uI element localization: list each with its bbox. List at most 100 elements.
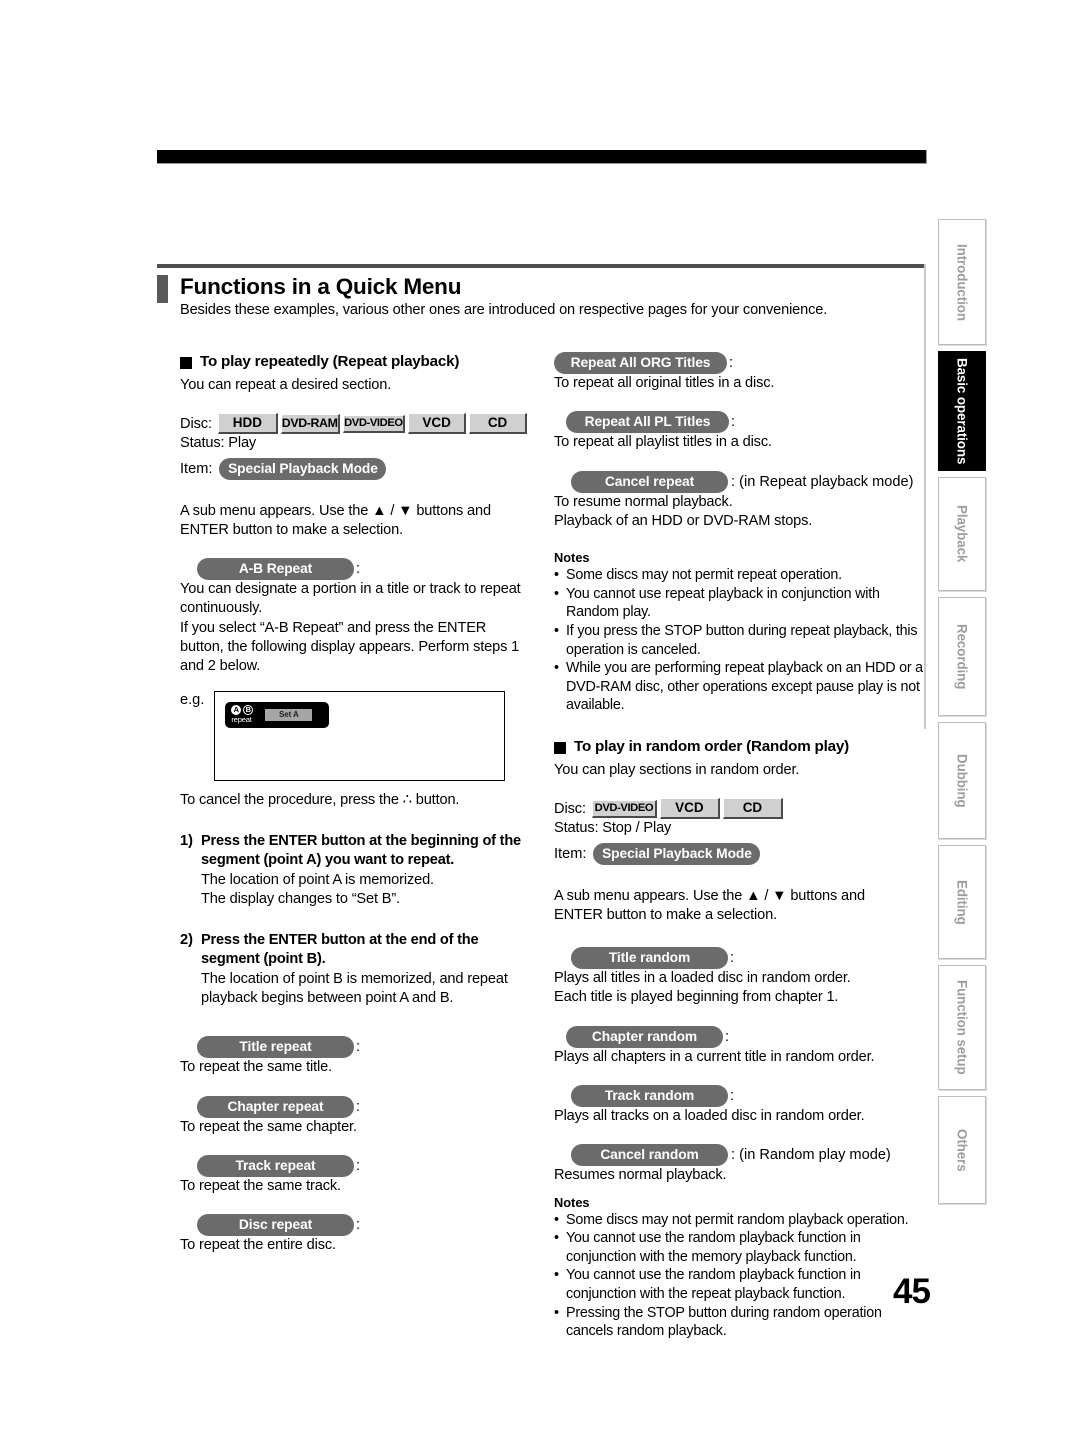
step-1: 1) Press the ENTER button at the beginni…	[180, 832, 530, 909]
bullet-icon: •	[554, 622, 559, 639]
submenu-line-2: ENTER button to make a selection.	[180, 521, 403, 538]
cancel-repeat-line-2: Playback of an HDD or DVD-RAM stops.	[554, 512, 813, 529]
disc-badge-dvd-ram: DVD-RAM	[280, 413, 340, 434]
badge-cancel-repeat: Cancel repeat	[571, 470, 728, 493]
repeat-all-pl-colon: :	[731, 414, 736, 431]
random-submenu-line-2: ENTER button to make a selection.	[554, 906, 777, 923]
chapter-random-row: Chapter random :	[566, 1025, 926, 1048]
repeat-playback-heading: To play repeatedly (Repeat playback)	[180, 352, 530, 372]
ab-repeat-line-4: button, the following display appears. P…	[180, 639, 520, 656]
repeat-all-pl-desc: To repeat all playlist titles in a disc.	[554, 434, 772, 451]
note-line: Pressing the STOP button during random o…	[566, 1304, 882, 1321]
osd-repeat-label: repeat	[231, 714, 252, 724]
page-number: 45	[893, 1272, 931, 1311]
random-submenu-line-1: A sub menu appears. Use the ▲ / ▼ button…	[554, 887, 865, 904]
title-repeat-row: Title repeat :	[197, 1036, 530, 1059]
example-label: e.g.	[180, 691, 205, 708]
osd-set-a-button[interactable]: Set A	[265, 708, 313, 721]
side-tab-label: Function setup	[954, 980, 970, 1075]
ab-repeat-line-1: You can designate a portion in a title o…	[180, 581, 521, 598]
disc-label: Disc:	[180, 415, 212, 432]
step-1-body-line-1: The location of point A is memorized.	[201, 871, 434, 888]
square-bullet-icon	[554, 741, 566, 754]
repeat-intro-text: You can repeat a desired section.	[180, 377, 392, 393]
top-black-bar	[157, 150, 927, 164]
ab-repeat-row: A-B Repeat :	[197, 558, 530, 581]
random-disc-row: Disc: DVD-VIDEO VCD CD	[554, 798, 926, 820]
side-tab-function-setup[interactable]: Function setup	[938, 965, 986, 1090]
badge-track-random: Track random	[571, 1085, 728, 1108]
disc-badge-vcd: VCD	[659, 798, 720, 820]
badge-repeat-all-org-titles: Repeat All ORG Titles	[554, 352, 727, 374]
track-repeat-colon: :	[356, 1157, 361, 1174]
step-2: 2) Press the ENTER button at the end of …	[180, 931, 530, 1008]
title-repeat-colon: :	[356, 1039, 361, 1056]
cancel-repeat-suffix: : (in Repeat playback mode)	[731, 473, 914, 490]
side-tab-others[interactable]: Others	[938, 1096, 986, 1204]
right-column: Repeat All ORG Titles : To repeat all or…	[554, 352, 926, 1341]
repeat-status-text: Status: Play	[180, 435, 257, 452]
bullet-icon: •	[554, 1267, 559, 1284]
note-line: DVD-RAM disc, other operations except pa…	[566, 678, 920, 695]
step-1-head-line-1: Press the ENTER button at the beginning …	[201, 832, 521, 849]
step-2-head-line-1: Press the ENTER button at the end of the	[201, 932, 479, 949]
repeat-all-pl-row: Repeat All PL Titles :	[566, 411, 926, 434]
side-tab-dubbing[interactable]: Dubbing	[938, 722, 986, 839]
side-tab-label: Basic operations	[954, 357, 970, 465]
disc-badge-hdd: HDD	[217, 413, 278, 435]
side-tab-basic-operations[interactable]: Basic operations	[938, 351, 986, 471]
badge-chapter-random: Chapter random	[566, 1025, 723, 1048]
side-tab-introduction[interactable]: Introduction	[938, 219, 986, 345]
bullet-icon: •	[554, 1304, 559, 1321]
title-repeat-desc: To repeat the same title.	[180, 1059, 332, 1076]
disc-badge-cd: CD	[722, 798, 783, 820]
track-repeat-desc: To repeat the same track.	[180, 1177, 341, 1194]
note-line: conjunction with the memory playback fun…	[566, 1248, 857, 1265]
square-bullet-icon	[180, 357, 192, 369]
badge-repeat-all-pl-titles: Repeat All PL Titles	[566, 411, 729, 434]
content-top-rule	[157, 264, 925, 268]
cancel-random-row: Cancel random : (in Random play mode)	[571, 1144, 926, 1167]
step-1-head-line-2: segment (point A) you want to repeat.	[201, 852, 455, 869]
chapter-repeat-colon: :	[356, 1098, 361, 1115]
badge-title-repeat: Title repeat	[197, 1036, 354, 1059]
chapter-random-colon: :	[725, 1028, 730, 1045]
repeat-all-org-row: Repeat All ORG Titles :	[554, 352, 926, 374]
repeat-playback-heading-text: To play repeatedly (Repeat playback)	[200, 353, 460, 370]
note-item: • You cannot use the random playback func…	[554, 1229, 926, 1266]
disc-badge-dvd-video: DVD-VIDEO	[342, 414, 406, 433]
random-play-heading: To play in random order (Random play)	[554, 737, 926, 757]
osd-ab-icons: A B	[231, 704, 254, 715]
side-tab-recording[interactable]: Recording	[938, 597, 986, 716]
badge-chapter-repeat: Chapter repeat	[197, 1095, 354, 1118]
side-tab-playback[interactable]: Playback	[938, 477, 986, 591]
step-2-number: 2)	[180, 932, 193, 949]
title-random-line-1: Plays all titles in a loaded disc in ran…	[554, 970, 851, 987]
note-line: Some discs may not permit repeat operati…	[566, 567, 842, 584]
cancel-random-suffix: : (in Random play mode)	[731, 1147, 891, 1164]
side-tab-label: Dubbing	[954, 753, 970, 808]
note-item: • Some discs may not permit repeat operat…	[554, 566, 926, 585]
cancel-procedure-text: To cancel the procedure, press the ∴ but…	[180, 791, 460, 808]
disc-badge-vcd: VCD	[408, 413, 467, 435]
title-accent-bar	[157, 275, 168, 303]
side-tab-nav: Introduction Basic operations Playback R…	[938, 219, 986, 1210]
step-1-number: 1)	[180, 832, 193, 849]
note-line: Some discs may not permit random playbac…	[566, 1211, 909, 1228]
random-item-row: Item: Special Playback Mode	[554, 842, 926, 865]
track-random-colon: :	[730, 1088, 735, 1105]
random-intro-text: You can play sections in random order.	[554, 761, 800, 778]
repeat-item-row: Item: Special Playback Mode	[180, 457, 530, 480]
disc-badge-cd: CD	[469, 413, 527, 435]
step-2-head-line-2: segment (point B).	[201, 951, 326, 968]
track-random-row: Track random :	[571, 1085, 926, 1108]
side-tab-editing[interactable]: Editing	[938, 845, 986, 959]
osd-example-box: A B repeat Set A	[214, 690, 506, 781]
title-random-row: Title random :	[571, 947, 926, 970]
badge-disc-repeat: Disc repeat	[197, 1214, 354, 1237]
random-play-heading-text: To play in random order (Random play)	[574, 737, 849, 755]
manual-page: Functions in a Quick Menu Besides these …	[0, 0, 1080, 1445]
ab-repeat-line-5: and 2 below.	[180, 658, 261, 675]
bullet-icon: •	[554, 567, 559, 584]
ab-repeat-line-2: continuously.	[180, 600, 263, 617]
